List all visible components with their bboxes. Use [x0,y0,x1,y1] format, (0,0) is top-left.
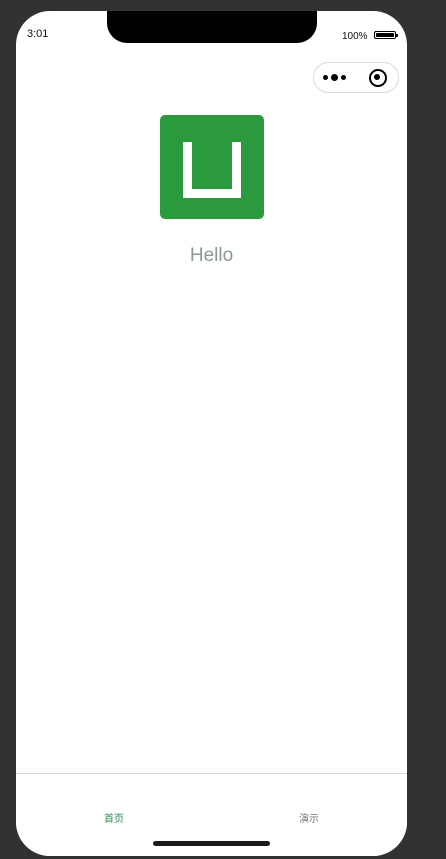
target-close-icon[interactable] [356,63,398,92]
phone-frame: 3:01 100% Hello 首页 演示 [16,11,407,856]
more-dots-icon[interactable] [314,63,357,92]
hello-text: Hello [189,245,234,266]
tab-home[interactable]: 首页 [84,810,144,825]
status-time: 3:01 [27,28,49,40]
tab-demo[interactable]: 演示 [279,810,339,825]
battery-icon [374,31,398,39]
uniapp-logo-icon [160,115,264,219]
battery-percent: 100% [342,31,368,42]
notch [107,11,317,43]
mini-program-capsule [313,62,399,93]
home-indicator[interactable] [153,841,270,846]
